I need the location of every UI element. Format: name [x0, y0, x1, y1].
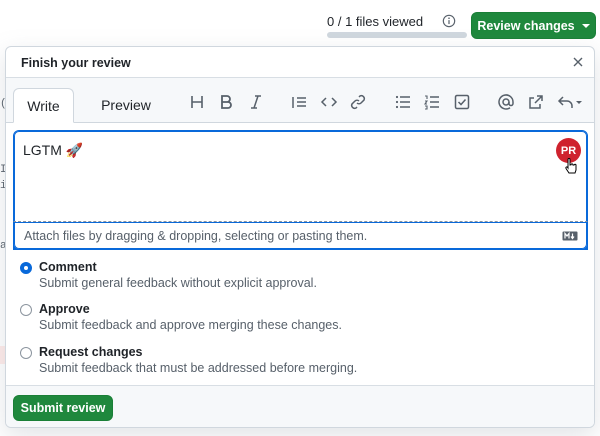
comment-text: LGTM 🚀: [23, 142, 84, 158]
mention-icon[interactable]: [497, 93, 515, 111]
heading-icon[interactable]: [188, 93, 206, 111]
files-viewed-progress: [327, 32, 467, 38]
submit-review-button[interactable]: Submit review: [13, 395, 113, 421]
attach-files-text: Attach files by dragging & dropping, sel…: [24, 229, 368, 243]
review-changes-label: Review changes: [477, 18, 575, 33]
bullet-list-icon[interactable]: [394, 93, 412, 111]
reference-icon[interactable]: [527, 93, 545, 111]
close-icon[interactable]: [572, 56, 584, 68]
option-description: Submit general feedback without explicit…: [39, 276, 317, 290]
review-changes-button[interactable]: Review changes: [471, 12, 596, 39]
link-icon[interactable]: [349, 93, 367, 111]
panel-title: Finish your review: [21, 56, 131, 70]
numbered-list-icon[interactable]: [423, 93, 441, 111]
attach-files-bar[interactable]: Attach files by dragging & dropping, sel…: [13, 221, 588, 250]
files-viewed-count: 0 / 1 files viewed: [327, 14, 424, 29]
italic-icon[interactable]: [247, 93, 265, 111]
tab-write[interactable]: Write: [13, 88, 74, 123]
radio-button[interactable]: [20, 347, 32, 359]
option-title: Approve: [39, 302, 90, 316]
radio-button[interactable]: [20, 304, 32, 316]
option-title: Request changes: [39, 345, 143, 359]
option-description: Submit feedback and approve merging thes…: [39, 318, 342, 332]
option-description: Submit feedback that must be addressed b…: [39, 361, 358, 375]
markdown-icon[interactable]: [562, 231, 578, 241]
undo-icon[interactable]: [557, 93, 583, 111]
bold-icon[interactable]: [217, 93, 235, 111]
panel-footer: Submit review: [6, 386, 594, 427]
review-panel: Finish your review Write Preview LGTM 🚀 …: [5, 46, 595, 428]
info-icon[interactable]: [442, 14, 456, 28]
radio-button[interactable]: [20, 262, 32, 274]
hand-cursor-icon: [565, 158, 577, 174]
tab-preview[interactable]: Preview: [84, 88, 168, 122]
option-title: Comment: [39, 260, 97, 274]
quote-icon[interactable]: [290, 93, 308, 111]
code-icon[interactable]: [320, 93, 338, 111]
caret-down-icon: [581, 23, 590, 28]
task-list-icon[interactable]: [453, 93, 471, 111]
